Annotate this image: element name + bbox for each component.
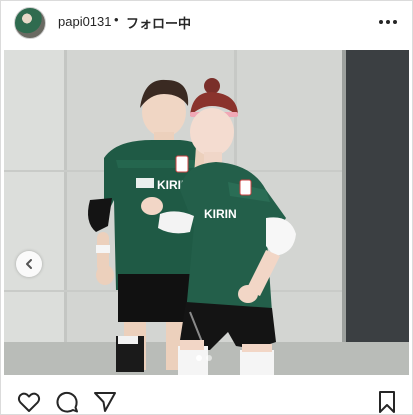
avatar[interactable] [14, 7, 46, 39]
send-icon[interactable] [92, 389, 118, 415]
post-actions [0, 383, 413, 415]
separator-dot: • [114, 12, 119, 27]
heart-icon[interactable] [16, 389, 42, 415]
bookmark-icon[interactable] [374, 389, 400, 415]
username-link[interactable]: papi0131 [58, 14, 112, 29]
more-options-icon[interactable] [376, 12, 400, 32]
carousel-dot-active [196, 355, 202, 361]
post-photo[interactable]: KIRIN KIRIN [4, 50, 409, 375]
post-header: papi0131 • フォロー中 [0, 0, 413, 50]
carousel-dot [206, 355, 212, 361]
following-button[interactable]: フォロー中 [126, 13, 191, 32]
carousel-prev-button[interactable] [16, 251, 42, 277]
carousel-dots [196, 355, 216, 361]
comment-icon[interactable] [54, 389, 80, 415]
jersey-text-right: KIRIN [204, 207, 237, 221]
chevron-left-icon [26, 259, 32, 269]
